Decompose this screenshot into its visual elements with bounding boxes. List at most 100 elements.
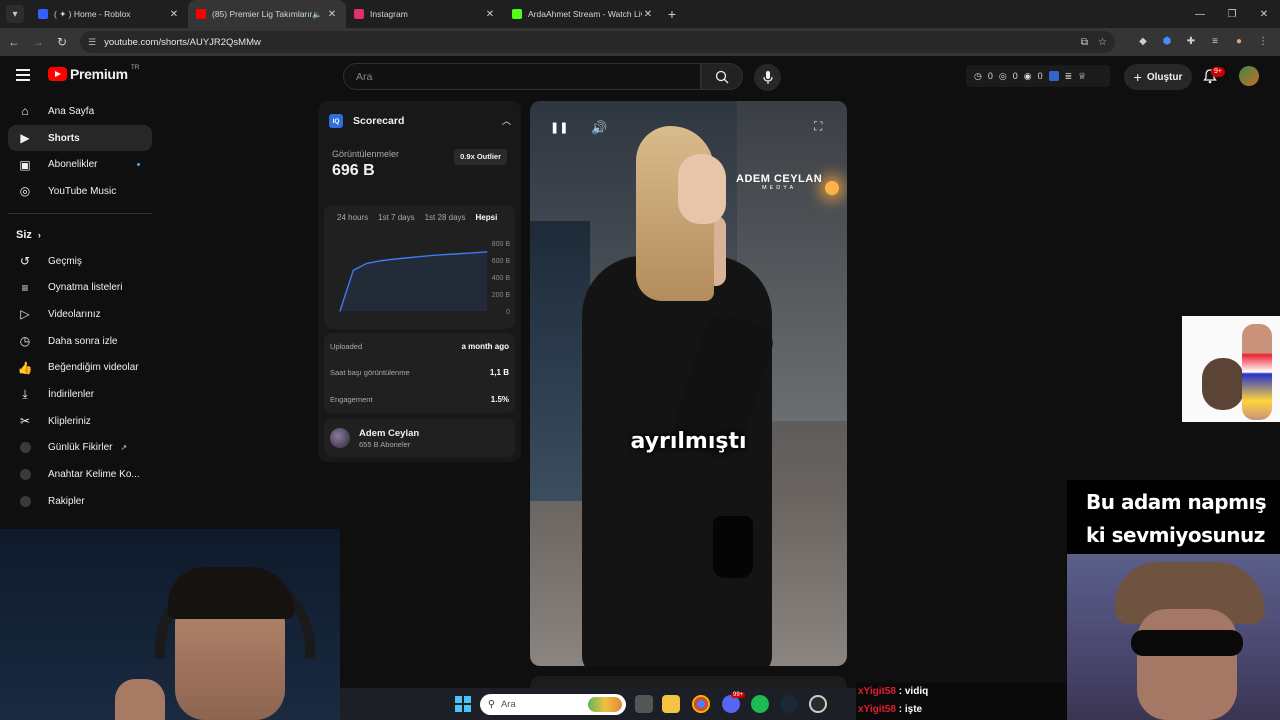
period-tab[interactable]: 1st 28 days (425, 213, 466, 222)
menu-icon[interactable] (16, 69, 30, 81)
sidebar-item[interactable]: ◎ YouTube Music (8, 178, 152, 205)
browser-tab[interactable]: Instagram ✕ (346, 0, 504, 28)
restore-button[interactable]: ❐ (1216, 0, 1248, 28)
extension-icon-2[interactable]: ⬢ (1158, 32, 1176, 50)
chevron-up-icon[interactable]: ︿ (502, 114, 511, 127)
sidebar-item[interactable]: ◷ Daha sonra izle (8, 328, 152, 355)
sidebar-item[interactable]: Günlük Fikirler ↗ (8, 435, 152, 462)
data-point (446, 253, 448, 256)
channel-name[interactable]: Adem Ceylan (359, 428, 419, 439)
new-tab-button[interactable]: + (662, 6, 682, 22)
tab-close-icon[interactable]: ✕ (326, 9, 338, 20)
volume-icon[interactable]: 🔊 (591, 120, 607, 136)
reading-list-icon[interactable]: ≡ (1206, 32, 1224, 50)
url-text: youtube.com/shorts/AUYJR2QsMMw (104, 36, 261, 48)
sidebar-item[interactable]: ⤓ İndirilenler (8, 381, 152, 408)
tab-close-icon[interactable]: ✕ (642, 9, 654, 20)
steam-icon[interactable] (780, 695, 798, 713)
tab-search-button[interactable]: ▾ (6, 5, 24, 23)
profile-avatar-icon[interactable]: ● (1230, 32, 1248, 50)
period-tab[interactable]: 1st 7 days (378, 213, 414, 222)
bookmark-star-icon[interactable]: ☆ (1098, 37, 1107, 48)
channel-avatar[interactable] (330, 428, 350, 448)
sidebar-item-label: Videolarınız (48, 308, 101, 320)
tab-close-icon[interactable]: ✕ (168, 9, 180, 20)
sidebar-item[interactable]: ↺ Geçmiş (8, 248, 152, 275)
forward-icon[interactable]: → (26, 35, 50, 49)
address-bar[interactable]: ☰ youtube.com/shorts/AUYJR2QsMMw ⧉ ☆ (80, 31, 1115, 53)
chrome-icon[interactable] (692, 695, 710, 713)
minimize-button[interactable]: — (1184, 0, 1216, 28)
list-icon[interactable]: ≣ (1065, 71, 1073, 82)
metric-label: Engagement (330, 394, 373, 404)
y-tick-label: 800 B (492, 241, 511, 248)
sidebar-item[interactable]: Anahtar Kelime Ko... (8, 461, 152, 488)
extensions-puzzle-icon[interactable]: ✚ (1182, 32, 1200, 50)
taskbar-search[interactable]: ⚲ Ara (480, 694, 626, 715)
browser-menu-icon[interactable]: ⋮ (1254, 32, 1272, 50)
metric-label: Uploaded (330, 341, 363, 351)
tab-close-icon[interactable]: ✕ (484, 9, 496, 20)
sidebar-item-label: Oynatma listeleri (48, 282, 123, 294)
browser-tab[interactable]: ArdaAhmet Stream - Watch Live ✕ (504, 0, 662, 28)
chat-separator: : (895, 704, 905, 715)
fullscreen-icon[interactable]: ⛶ (814, 119, 822, 134)
watch-later-icon: ◷ (19, 334, 31, 349)
account-avatar[interactable] (1239, 66, 1259, 86)
extension-stats-bar[interactable]: ◷ 0 ◎ 0 ◉ 0 ≣ ♕ (966, 65, 1110, 87)
browser-tab[interactable]: (85) Premier Lig Takımlarının 🔈 ✕ (188, 0, 346, 28)
vidiq-icon[interactable] (1048, 71, 1059, 81)
create-button[interactable]: + Oluştur (1124, 64, 1192, 90)
views-chart-card: 24 hours 1st 7 days 1st 28 days Hepsi 800 B… (324, 205, 515, 329)
sidebar-item[interactable]: ▶ Shorts (8, 124, 152, 152)
voice-search-button[interactable] (754, 64, 781, 91)
sidebar-item[interactable]: 👍 Beğendiğim videolar (8, 355, 152, 382)
spotify-icon[interactable] (751, 695, 769, 713)
sidebar-item[interactable]: Rakipler (8, 488, 152, 515)
extension-icon-1[interactable]: ◆ (1134, 32, 1152, 50)
channel-card[interactable]: Adem Ceylan 655 B Aboneler (324, 419, 515, 457)
data-point (406, 257, 408, 259)
site-info-icon[interactable]: ☰ (88, 37, 96, 48)
logo-text: Premium (70, 66, 128, 82)
metric-value: 1,1 B (489, 368, 509, 378)
tab-audio-icon[interactable]: 🔈 (312, 10, 322, 19)
sidebar-item[interactable]: ✂ Klipleriniz (8, 408, 152, 435)
youtube-logo[interactable]: Premium TR (48, 64, 139, 82)
subscriptions-icon: ▣ (19, 157, 31, 172)
sidebar-item[interactable]: ▷ Videolarınız (8, 301, 152, 328)
sidebar-item[interactable]: ⌂ Ana Sayfa (8, 98, 152, 125)
video-caption: ayrılmıştı (630, 429, 747, 454)
history-icon: ↺ (19, 254, 31, 269)
search-placeholder: Ara (356, 70, 373, 83)
windows-start-icon[interactable] (455, 696, 471, 712)
sidebar-item[interactable]: ≡ Oynatma listeleri (8, 274, 152, 301)
trophy-icon[interactable]: ♕ (1078, 71, 1086, 82)
install-app-icon[interactable]: ⧉ (1081, 37, 1088, 48)
period-tab[interactable]: 24 hours (337, 213, 368, 222)
scorecard-title: Scorecard (353, 115, 405, 127)
close-window-button[interactable]: ✕ (1248, 0, 1280, 28)
section-title: Siz (16, 228, 32, 241)
chat-text: işte (904, 704, 923, 715)
browser-tab[interactable]: ( ✦ ) Home - Roblox ✕ (30, 0, 188, 28)
period-tab[interactable]: Hepsi (476, 213, 498, 222)
sidebar-item[interactable]: ▣ Abonelikler (8, 151, 152, 178)
sidebar-item-label: Günlük Fikirler (48, 442, 113, 454)
search-input[interactable]: Ara (343, 63, 701, 90)
plus-icon: + (1133, 69, 1142, 85)
scorecard-header[interactable]: IQ Scorecard ︿ (318, 101, 521, 141)
notification-badge: 9+ (1211, 67, 1225, 77)
task-view-icon[interactable] (635, 695, 653, 713)
reload-icon[interactable]: ↻ (50, 35, 74, 49)
tab-title: (85) Premier Lig Takımlarının (212, 9, 313, 19)
stream-chat: xYigit58 : vidiq xYigit58 : işte (856, 683, 1067, 720)
search-button[interactable] (701, 63, 743, 90)
back-icon[interactable]: ← (2, 35, 26, 49)
file-explorer-icon[interactable] (662, 695, 680, 713)
shorts-video-player[interactable]: ❚❚ 🔊 ⛶ ADEM CEYLAN MEDYA ayrılmıştı (530, 101, 847, 666)
pause-icon[interactable]: ❚❚ (550, 121, 568, 134)
obs-icon[interactable] (809, 695, 827, 713)
sidebar-item-label: Daha sonra izle (48, 335, 118, 347)
sidebar-section-you[interactable]: Siz › (8, 222, 152, 248)
